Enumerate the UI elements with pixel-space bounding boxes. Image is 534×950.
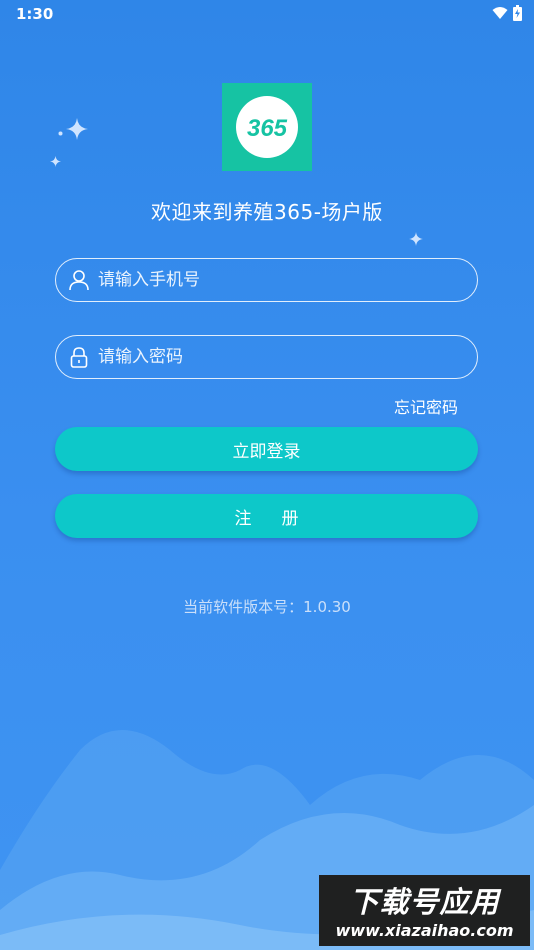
password-field[interactable]	[55, 335, 478, 379]
battery-charging-icon	[513, 5, 522, 21]
forgot-password-link[interactable]: 忘记密码	[394, 394, 458, 418]
password-input[interactable]	[96, 346, 477, 368]
sparkle-icon	[50, 156, 61, 167]
login-button-label: 立即登录	[232, 441, 301, 462]
app-logo: 365	[222, 83, 312, 171]
login-button[interactable]: 立即登录	[55, 427, 478, 471]
watermark-title: 下载号应用	[349, 885, 500, 919]
logo-text: 365	[247, 115, 288, 142]
version-text: 当前软件版本号：1.0.30	[183, 598, 351, 616]
sparkle-icon	[66, 118, 88, 140]
lock-icon	[70, 347, 88, 368]
welcome-title: 欢迎来到养殖365-场户版	[151, 200, 383, 224]
user-icon	[69, 270, 89, 291]
wifi-icon	[492, 7, 508, 19]
register-button-label: 注册	[234, 508, 329, 529]
status-bar: 1:30	[0, 0, 534, 28]
register-button[interactable]: 注册	[55, 494, 478, 538]
phone-input[interactable]	[96, 269, 477, 291]
sparkle-icon	[409, 232, 423, 246]
logo-icon: 365	[236, 96, 298, 158]
watermark-logo: 下载号应用 www.xiazaihao.com	[319, 875, 530, 946]
status-time: 1:30	[16, 5, 54, 23]
watermark-url: www.xiazaihao.com	[335, 921, 514, 940]
sparkle-dot-icon	[58, 131, 63, 136]
phone-field[interactable]	[55, 258, 478, 302]
